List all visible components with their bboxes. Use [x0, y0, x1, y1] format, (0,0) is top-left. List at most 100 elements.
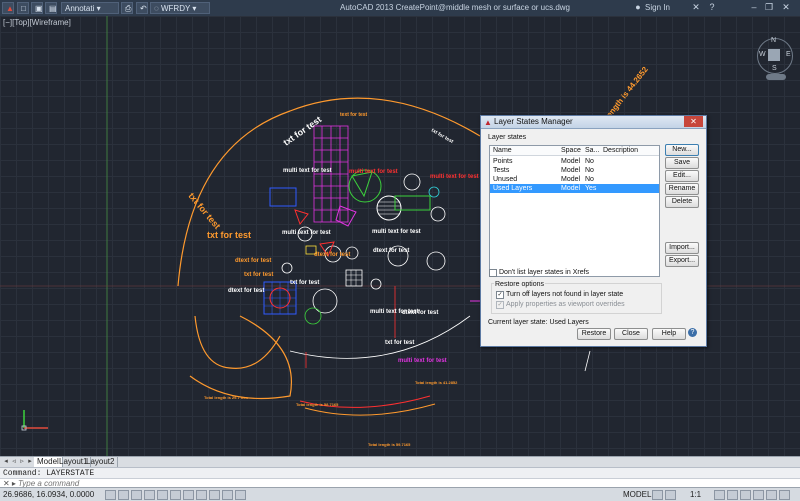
dialog-close-button[interactable]: ✕ — [684, 116, 703, 127]
tab-first-icon[interactable]: ◂ — [2, 458, 10, 466]
quick-access-plot-icon[interactable]: ⎙ — [121, 2, 133, 14]
list-item[interactable]: Points Model No — [490, 157, 659, 166]
restore-button[interactable]: Restore — [577, 328, 611, 340]
txt-1: txt for test — [244, 272, 273, 278]
rename-button[interactable]: Rename — [665, 183, 699, 195]
delete-button[interactable]: Delete — [665, 196, 699, 208]
mtext-5: multi text for test — [283, 168, 332, 174]
title-bar: ▲ □ ▣ ▤ Annotati ▾ ⎙ ↶ ◌ WFRDY ▾ AutoCAD… — [0, 0, 800, 17]
total-length-1: Total length is 29.7 mm — [204, 395, 248, 400]
quick-access-open-icon[interactable]: ▣ — [31, 2, 43, 14]
turn-off-layers-checkbox[interactable]: ✓ — [496, 291, 504, 299]
clean-screen-icon[interactable] — [779, 490, 790, 500]
row-saved: No — [585, 167, 594, 174]
row-saved: Yes — [585, 185, 597, 192]
dialog-title: Layer States Manager — [494, 117, 573, 126]
help-question-icon[interactable]: ? — [688, 328, 697, 337]
lock-icon[interactable] — [740, 490, 751, 500]
annotation-scale[interactable]: 1:1 — [690, 490, 701, 499]
snap-toggle-icon[interactable] — [105, 490, 116, 500]
new-button[interactable]: New... — [665, 144, 699, 156]
circle-g — [426, 251, 446, 271]
export-button[interactable]: Export... — [665, 255, 699, 267]
grid-toggle-icon[interactable] — [118, 490, 129, 500]
workspace-switch-icon[interactable] — [727, 490, 738, 500]
white-arc — [289, 315, 471, 359]
layer-dropdown[interactable]: ◌ WFRDY ▾ — [150, 2, 210, 14]
model-space-toggle[interactable]: MODEL — [623, 490, 651, 499]
osnap-toggle-icon[interactable] — [157, 490, 168, 500]
3dosnap-toggle-icon[interactable] — [170, 490, 181, 500]
quick-access-undo-icon[interactable]: ↶ — [136, 2, 148, 14]
layer-states-list[interactable]: Name Space Sa... Description Points Mode… — [489, 145, 660, 277]
turn-off-layers-label: Turn off layers not found in layer state — [506, 291, 624, 298]
polar-toggle-icon[interactable] — [144, 490, 155, 500]
edit-button[interactable]: Edit... — [665, 170, 699, 182]
dtext-5: dtext for test — [402, 310, 438, 316]
tab-next-icon[interactable]: ▹ — [18, 458, 26, 466]
row-space: Model — [561, 167, 581, 174]
tpy-toggle-icon[interactable] — [235, 490, 246, 500]
dyn-toggle-icon[interactable] — [209, 490, 220, 500]
total-length-3: Total length is 41.2852 — [415, 380, 458, 385]
hardware-acceleration-icon[interactable] — [753, 490, 764, 500]
lwt-toggle-icon[interactable] — [222, 490, 233, 500]
hatched-circle — [376, 195, 402, 221]
white-tick — [584, 350, 591, 372]
quick-view-layouts-icon[interactable] — [652, 490, 663, 500]
restore-button[interactable]: ❐ — [763, 2, 775, 13]
list-item[interactable]: Tests Model No — [490, 166, 659, 175]
ucs-icon — [21, 410, 48, 431]
tab-last-icon[interactable]: ▸ — [26, 458, 34, 466]
left-big-text: txt for test — [207, 230, 251, 240]
quick-access-save-icon[interactable]: ▤ — [45, 2, 57, 14]
col-name[interactable]: Name — [493, 147, 512, 154]
minimize-button[interactable]: – — [748, 2, 760, 13]
xrefs-label: Don't list layer states in Xrefs — [499, 269, 590, 276]
col-saved[interactable]: Sa... — [585, 147, 599, 154]
dtext-3: dtext for test — [314, 252, 350, 258]
ducs-toggle-icon[interactable] — [196, 490, 207, 500]
blue-grid-lines — [264, 282, 296, 314]
help-icon[interactable]: ? — [706, 2, 718, 13]
dialog-title-bar[interactable]: ▲ Layer States Manager ✕ — [481, 116, 706, 129]
list-item-selected[interactable]: Used Layers Model Yes — [490, 184, 659, 193]
xrefs-checkbox[interactable] — [489, 269, 497, 277]
col-space[interactable]: Space — [561, 147, 581, 154]
close-button[interactable]: Close — [614, 328, 648, 340]
close-window-button[interactable]: ✕ — [780, 2, 792, 13]
apply-overrides-checkbox[interactable]: ✓ — [496, 301, 504, 309]
exchange-icon[interactable]: ✕ — [690, 2, 702, 13]
app-menu-button[interactable]: ▲ — [2, 2, 14, 14]
list-header: Name Space Sa... Description — [490, 146, 659, 156]
layer-states-dialog: ▲ Layer States Manager ✕ Layer states Na… — [480, 115, 707, 347]
row-name: Unused — [493, 176, 518, 183]
tab-layout2[interactable]: Layout2 — [83, 457, 119, 467]
help-button[interactable]: Help — [652, 328, 686, 340]
restore-options-label: Restore options — [494, 281, 546, 288]
small-arc-text: text for test — [340, 112, 368, 118]
sign-in-link[interactable]: Sign In — [645, 3, 670, 12]
mtext-4: multi text for test — [372, 229, 421, 235]
quick-view-drawings-icon[interactable] — [665, 490, 676, 500]
annotation-visibility-icon[interactable] — [714, 490, 725, 500]
circle-i — [370, 278, 382, 290]
circle-e — [304, 307, 322, 325]
row-saved: No — [585, 158, 594, 165]
coordinate-readout: 26.9686, 16.0934, 0.0000 — [3, 490, 95, 499]
list-item[interactable]: Unused Model No — [490, 175, 659, 184]
tab-prev-icon[interactable]: ◃ — [10, 458, 18, 466]
save-button[interactable]: Save — [665, 157, 699, 169]
current-state-label: Current layer state: Used Layers — [488, 319, 589, 326]
workspace-dropdown[interactable]: Annotati ▾ — [61, 2, 119, 14]
dtext-2: dtext for test — [228, 288, 264, 294]
col-description[interactable]: Description — [603, 147, 638, 154]
isolate-objects-icon[interactable] — [766, 490, 777, 500]
blue-box-1 — [269, 187, 297, 207]
layer-states-label: Layer states — [488, 134, 527, 141]
quick-access-new-icon[interactable]: □ — [17, 2, 29, 14]
otrack-toggle-icon[interactable] — [183, 490, 194, 500]
import-button[interactable]: Import... — [665, 242, 699, 254]
apply-overrides-label: Apply properties as viewport overrides — [506, 301, 625, 308]
ortho-toggle-icon[interactable] — [131, 490, 142, 500]
